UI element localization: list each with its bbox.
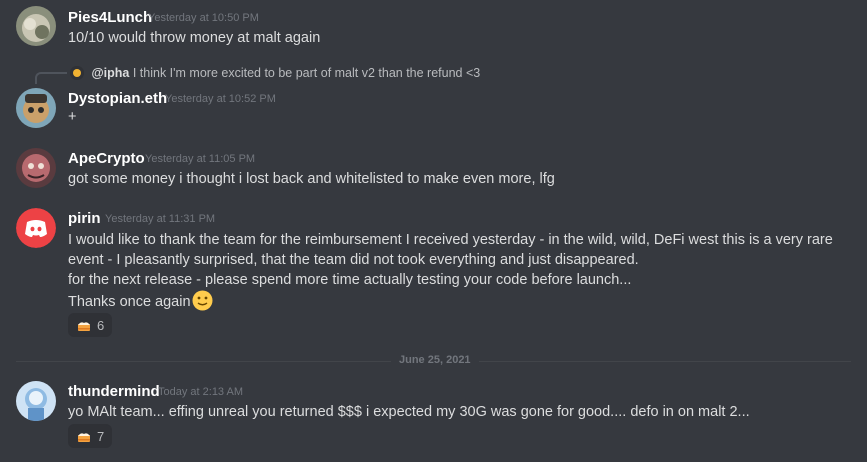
username[interactable]: thundermind <box>68 383 160 400</box>
timestamp[interactable]: Today at 2:13 AM <box>158 386 243 398</box>
message-text-line: for the next release - please spend more… <box>68 272 632 288</box>
message-text-line: Thanks once again <box>68 290 213 312</box>
reaction-button[interactable]: 7 <box>68 424 112 448</box>
avatar-image-icon <box>16 6 56 46</box>
date-divider-label: June 25, 2021 <box>391 354 479 366</box>
message-text-line: event - I pleasantly surprised, that the… <box>68 252 639 268</box>
username[interactable]: ApeCrypto <box>68 150 145 167</box>
timestamp[interactable]: Yesterday at 10:50 PM <box>148 12 259 24</box>
reaction-button[interactable]: 6 <box>68 313 112 337</box>
message-text: 10/10 would throw money at malt again <box>68 30 321 46</box>
reply-mention[interactable]: @ipha <box>91 66 129 80</box>
avatar-image-icon <box>16 381 56 421</box>
avatar-image-icon <box>16 148 56 188</box>
message-text: got some money i thought i lost back and… <box>68 171 555 187</box>
reply-text: I think I'm more excited to be part of m… <box>132 66 481 80</box>
reaction-count: 7 <box>97 429 105 444</box>
reply-preview[interactable]: @ipha I think I'm more excited to be par… <box>70 66 480 80</box>
timestamp[interactable]: Yesterday at 11:05 PM <box>145 153 255 165</box>
avatar[interactable] <box>16 381 56 421</box>
cake-emoji-icon <box>77 318 91 332</box>
avatar[interactable] <box>16 6 56 46</box>
username[interactable]: pirin <box>68 210 101 227</box>
reply-avatar-icon <box>70 66 84 80</box>
message-text: + <box>68 109 77 125</box>
timestamp[interactable]: Yesterday at 11:31 PM <box>105 213 215 225</box>
slight-smile-emoji-icon <box>192 290 213 311</box>
reaction-count: 6 <box>97 318 105 333</box>
avatar[interactable] <box>16 208 56 248</box>
message-text-line: I would like to thank the team for the r… <box>68 232 833 248</box>
message-text: yo MAlt team... effing unreal you return… <box>68 404 750 420</box>
discord-logo-icon <box>16 208 56 248</box>
reply-connector <box>35 72 67 84</box>
username[interactable]: Dystopian.eth <box>68 90 167 107</box>
avatar-image-icon <box>16 88 56 128</box>
timestamp[interactable]: Yesterday at 10:52 PM <box>165 93 276 105</box>
message-text: Thanks once again <box>68 294 191 310</box>
avatar[interactable] <box>16 88 56 128</box>
cake-emoji-icon <box>77 429 91 443</box>
username[interactable]: Pies4Lunch <box>68 9 152 26</box>
avatar[interactable] <box>16 148 56 188</box>
